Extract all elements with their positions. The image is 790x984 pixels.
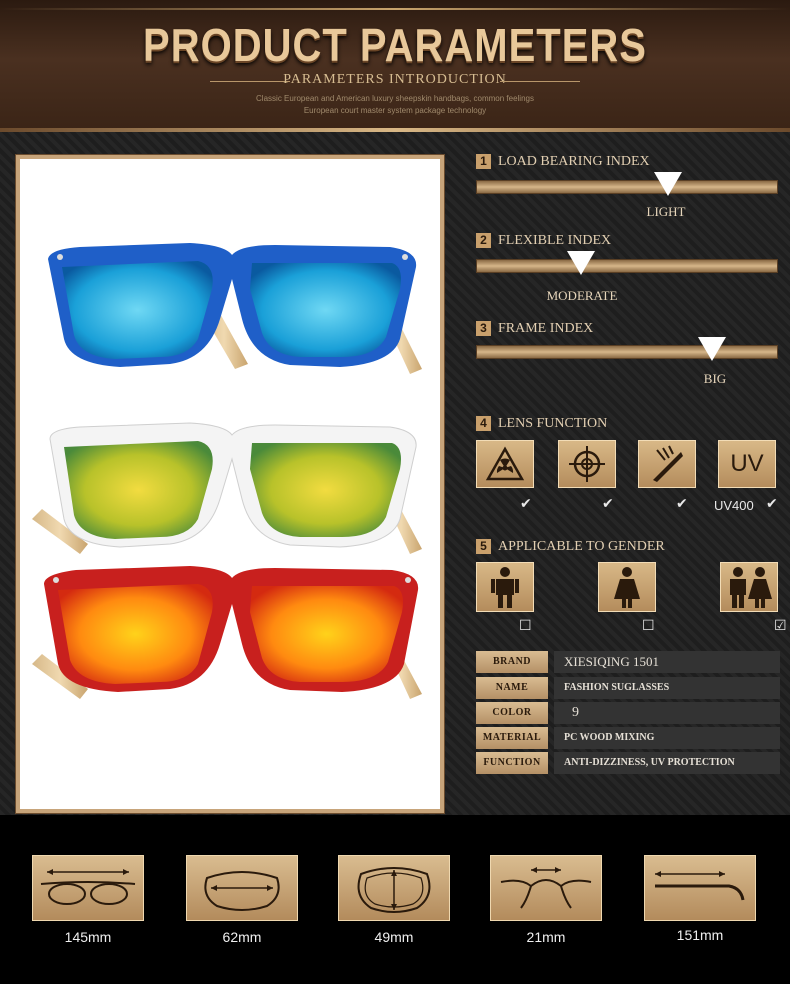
sunglasses-blue <box>48 243 422 374</box>
section-lens-title: 4 LENS FUNCTION <box>476 416 607 432</box>
spec-value: ANTI-DIZZINESS, UV PROTECTION <box>554 752 780 774</box>
spec-row-name: NAME FASHION SUGLASSES <box>476 677 780 699</box>
load-bearing-value: LIGHT <box>646 204 686 219</box>
section-label: APPLICABLE TO GENDER <box>498 539 665 554</box>
section-frame-title: 3 FRAME INDEX <box>476 321 593 337</box>
subtitle-right-line <box>500 81 580 82</box>
section-label: LENS FUNCTION <box>498 416 608 431</box>
flexible-bar <box>476 259 778 273</box>
section-number: 4 <box>476 416 491 431</box>
page-subtitle: PARAMETERS INTRODUCTION <box>283 72 507 87</box>
lens-width-icon <box>186 855 298 921</box>
sunglasses-red <box>32 566 422 699</box>
gender-check-couple[interactable]: ☑ <box>774 618 787 634</box>
sunglasses-image <box>32 243 422 699</box>
spec-value: PC WOOD MIXING <box>554 727 780 749</box>
spec-row-material: MATERIAL PC WOOD MIXING <box>476 727 780 749</box>
crosshair-icon <box>558 440 616 488</box>
lens-height-icon <box>338 855 450 921</box>
section-number: 3 <box>476 321 491 336</box>
load-bearing-marker <box>654 172 682 196</box>
lens-height-value: 49mm <box>374 929 414 945</box>
gender-check-female[interactable]: ☐ <box>642 618 655 634</box>
section-number: 5 <box>476 539 491 554</box>
section-label: LOAD BEARING INDEX <box>498 154 650 169</box>
gender-check-male[interactable]: ☐ <box>519 618 532 634</box>
flexible-value: MODERATE <box>546 288 618 303</box>
header-tagline-1: Classic European and American luxury she… <box>256 94 534 103</box>
section-load-bearing-title: 1 LOAD BEARING INDEX <box>476 154 650 170</box>
sunglasses-white <box>32 422 422 554</box>
spec-row-function: FUNCTION ANTI-DIZZINESS, UV PROTECTION <box>476 752 780 774</box>
spec-row-brand: BRAND XIESIQING 1501 <box>476 651 780 673</box>
radiation-icon <box>476 440 534 488</box>
flexible-marker <box>567 251 595 275</box>
bridge-width-value: 21mm <box>526 929 566 945</box>
frame-width-value: 145mm <box>64 929 112 945</box>
lens-width-value: 62mm <box>222 929 262 945</box>
lens-check-2: ✔ <box>602 496 614 512</box>
male-icon <box>476 562 534 612</box>
spec-row-color: COLOR 9 <box>476 702 780 724</box>
couple-icon <box>720 562 778 612</box>
spec-key: MATERIAL <box>476 727 548 749</box>
uv400-label: UV400 <box>714 498 754 513</box>
header-banner: PRODUCT PARAMETERS PARAMETERS INTRODUCTI… <box>0 0 790 132</box>
header-tagline-2: European court master system package tec… <box>303 106 487 115</box>
female-icon <box>598 562 656 612</box>
frame-bar <box>476 345 778 359</box>
section-label: FRAME INDEX <box>498 321 594 336</box>
spec-key: FUNCTION <box>476 752 548 774</box>
glare-icon <box>638 440 696 488</box>
section-number: 1 <box>476 154 491 169</box>
product-photo <box>15 154 445 814</box>
load-bearing-bar <box>476 180 778 194</box>
spec-key: NAME <box>476 677 548 699</box>
spec-value: XIESIQING 1501 <box>554 651 780 673</box>
section-flexible-title: 2 FLEXIBLE INDEX <box>476 233 611 249</box>
lens-check-3: ✔ <box>676 496 688 512</box>
uv-icon: UV <box>718 440 776 488</box>
spec-value: 9 <box>554 702 780 724</box>
frame-value: BIG <box>703 371 727 386</box>
section-gender-title: 5 APPLICABLE TO GENDER <box>476 539 665 555</box>
lens-check-1: ✔ <box>520 496 532 512</box>
bridge-width-icon <box>490 855 602 921</box>
spec-value: FASHION SUGLASSES <box>554 677 780 699</box>
spec-key: BRAND <box>476 651 548 673</box>
header-top-line <box>0 8 790 10</box>
spec-key: COLOR <box>476 702 548 724</box>
uv-icon-text: UV <box>730 450 764 477</box>
frame-width-icon <box>32 855 144 921</box>
lens-check-4: ✔ <box>766 496 778 512</box>
section-label: FLEXIBLE INDEX <box>498 233 612 248</box>
page-title: PRODUCT PARAMETERS <box>143 20 647 72</box>
temple-length-value: 151mm <box>676 927 724 943</box>
temple-length-icon <box>644 855 756 921</box>
section-number: 2 <box>476 233 491 248</box>
frame-marker <box>698 337 726 361</box>
